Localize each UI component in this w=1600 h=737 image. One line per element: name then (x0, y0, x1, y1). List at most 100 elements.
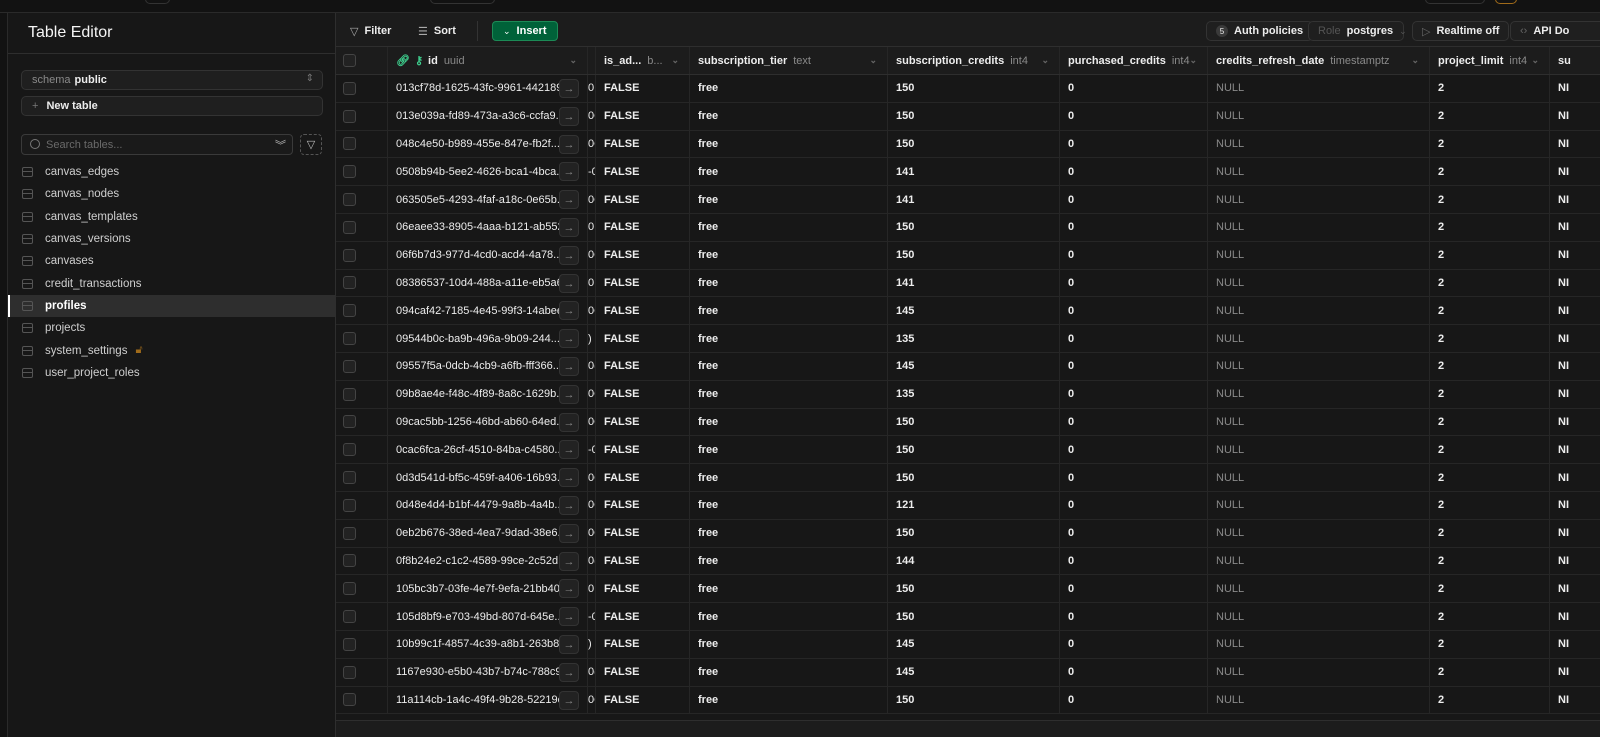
table-cell[interactable]: 09cac5bb-1256-46bd-ab60-64ed... → (388, 408, 588, 436)
table-cell[interactable]: NI (1550, 436, 1600, 463)
table-cell[interactable]: 0 (1060, 492, 1208, 519)
table-cell[interactable]: NULL (1208, 75, 1430, 102)
table-cell[interactable]: 013e039a-fd89-473a-a3c6-ccfa9... → (388, 102, 588, 130)
table-row[interactable]: 063505e5-4293-4faf-a18c-0e65b...→0CFALSE… (336, 186, 1600, 214)
chevron-down-icon[interactable]: ⌄ (1531, 55, 1539, 66)
table-row[interactable]: 0f8b24e2-c1c2-4589-99ce-2c52d...→0(FALSE… (336, 547, 1600, 576)
table-cell[interactable]: 06f6b7d3-977d-4cd0-acd4-4a78... → (388, 241, 588, 269)
table-cell[interactable]: 0 (1060, 130, 1208, 158)
table-cell[interactable]: 11a114cb-1a4c-49f4-9b28-52219ec... → (388, 686, 588, 714)
table-cell[interactable]: NULL (1208, 519, 1430, 547)
table-cell[interactable]: free (690, 353, 888, 380)
table-row[interactable]: 0508b94b-5ee2-4626-bca1-4bca...→-0FALSEf… (336, 158, 1600, 187)
table-cell[interactable]: FALSE (596, 575, 690, 603)
table-cell[interactable]: 145 (888, 297, 1060, 325)
row-checkbox[interactable] (343, 637, 356, 651)
row-checkbox[interactable] (343, 248, 356, 262)
column-header[interactable]: is_ad... b... ⌄ (596, 47, 690, 74)
table-cell[interactable]: 0( (588, 658, 596, 686)
arrow-right-icon[interactable]: → (559, 357, 579, 376)
table-cell[interactable]: NI (1550, 492, 1600, 519)
table-cell[interactable]: ) (588, 631, 596, 658)
table-cell[interactable]: 0eb2b676-38ed-4ea7-9dad-38e6... → (388, 519, 588, 547)
table-cell[interactable]: free (690, 325, 888, 352)
arrow-right-icon[interactable]: → (559, 106, 579, 126)
table-cell[interactable]: 150 (888, 102, 1060, 130)
table-cell[interactable]: NI (1550, 687, 1600, 714)
table-cell[interactable]: 0 (1060, 269, 1208, 297)
table-cell[interactable]: NI (1550, 353, 1600, 380)
row-checkbox[interactable] (343, 359, 356, 373)
table-cell[interactable]: FALSE (596, 75, 690, 102)
arrow-right-icon[interactable]: → (559, 440, 579, 460)
table-cell[interactable]: FALSE (596, 269, 690, 297)
table-cell[interactable]: 2 (1430, 519, 1550, 547)
table-row[interactable]: 09cac5bb-1256-46bd-ab60-64ed...→0CFALSEf… (336, 408, 1600, 437)
row-checkbox[interactable] (343, 109, 356, 123)
table-cell[interactable]: NI (1550, 381, 1600, 408)
table-cell[interactable]: 0 (1060, 658, 1208, 686)
table-cell[interactable]: NI (1550, 270, 1600, 297)
table-cell[interactable]: free (690, 631, 888, 658)
table-row[interactable]: 06f6b7d3-977d-4cd0-acd4-4a78...→0CFALSEf… (336, 241, 1600, 270)
table-cell[interactable]: 0 (1060, 102, 1208, 130)
table-cell[interactable]: NULL (1208, 297, 1430, 325)
table-cell[interactable]: 0 (588, 214, 596, 241)
table-cell[interactable]: 150 (888, 686, 1060, 714)
table-cell[interactable]: 0 (1060, 436, 1208, 464)
table-cell[interactable]: 0 (1060, 519, 1208, 547)
table-cell[interactable]: free (690, 492, 888, 519)
table-row[interactable]: 09557f5a-0dcb-4cb9-a6fb-fff366...→0(FALS… (336, 353, 1600, 381)
table-cell[interactable]: 08386537-10d4-488a-a11e-eb5a6... → (388, 269, 588, 297)
column-header[interactable]: su (1550, 47, 1600, 74)
table-cell[interactable]: NI (1550, 631, 1600, 658)
table-cell[interactable]: 141 (888, 269, 1060, 297)
table-cell[interactable]: 2 (1430, 75, 1550, 102)
table-cell[interactable]: NULL (1208, 686, 1430, 714)
row-checkbox[interactable] (343, 693, 356, 707)
table-cell[interactable]: free (690, 158, 888, 186)
chevron-down-icon[interactable]: ⌄ (1411, 55, 1419, 66)
row-checkbox[interactable] (343, 610, 356, 624)
chevron-down-icon[interactable]: ⌄ (1189, 55, 1197, 66)
realtime-button[interactable]: ▷ Realtime off (1412, 21, 1510, 41)
table-cell[interactable]: 2 (1430, 325, 1550, 352)
table-cell[interactable]: FALSE (596, 519, 690, 547)
table-cell[interactable]: 0C (588, 492, 596, 519)
table-cell[interactable]: 0C (588, 186, 596, 213)
row-checkbox[interactable] (343, 276, 356, 290)
chevron-down-icon[interactable]: ⌄ (569, 55, 577, 66)
table-row[interactable]: 0eb2b676-38ed-4ea7-9dad-38e6...→0CFALSEf… (336, 519, 1600, 548)
row-checkbox[interactable] (343, 554, 356, 568)
table-cell[interactable]: free (690, 464, 888, 491)
table-cell[interactable]: 0 (1060, 380, 1208, 408)
table-cell[interactable]: 09544b0c-ba9b-496a-9b09-244... → (388, 325, 588, 352)
table-cell[interactable]: free (690, 297, 888, 325)
table-cell[interactable]: free (690, 186, 888, 213)
table-cell[interactable]: 150 (888, 603, 1060, 630)
sidebar-item-canvas-nodes[interactable]: canvas_nodes (8, 183, 336, 205)
table-cell[interactable]: free (690, 408, 888, 436)
table-cell[interactable]: 0C (588, 464, 596, 491)
column-header[interactable]: 🔗︎ ⚷ id uuid ⌄ (388, 47, 588, 74)
sidebar-item-profiles[interactable]: profiles (8, 294, 336, 318)
table-cell[interactable]: free (690, 380, 888, 408)
api-docs-button[interactable]: ‹› API Do (1510, 21, 1600, 41)
table-cell[interactable]: 0C (588, 241, 596, 269)
table-cell[interactable]: NULL (1208, 575, 1430, 603)
table-cell[interactable]: free (690, 436, 888, 464)
row-checkbox[interactable] (343, 137, 356, 151)
arrow-right-icon[interactable]: → (559, 190, 579, 210)
row-checkbox[interactable] (343, 415, 356, 429)
sidebar-item-projects[interactable]: projects (8, 317, 336, 339)
table-cell[interactable]: NULL (1208, 436, 1430, 464)
table-row[interactable]: 013e039a-fd89-473a-a3c6-ccfa9...→0CFALSE… (336, 102, 1600, 131)
table-cell[interactable]: 150 (888, 214, 1060, 241)
table-cell[interactable]: 0C (588, 102, 596, 130)
table-cell[interactable]: 105d8bf9-e703-49bd-807d-645e... → (388, 603, 588, 630)
sidebar-item-canvas-edges[interactable]: canvas_edges (8, 161, 336, 183)
row-checkbox[interactable] (343, 498, 356, 512)
table-cell[interactable]: 0C (588, 130, 596, 158)
table-cell[interactable]: 063505e5-4293-4faf-a18c-0e65b... → (388, 186, 588, 213)
table-cell[interactable]: FALSE (596, 241, 690, 269)
